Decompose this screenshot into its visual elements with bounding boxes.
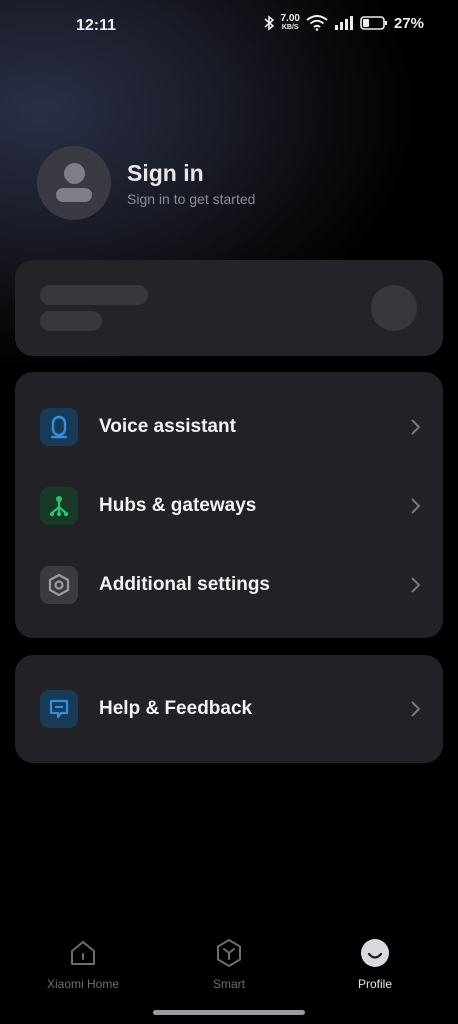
nav-tab-xiaomi-home[interactable]: Xiaomi Home: [33, 938, 133, 991]
nav-label: Xiaomi Home: [46, 977, 120, 991]
settings-icon: [40, 566, 78, 604]
menu-item-label: Hubs & gateways: [99, 495, 257, 516]
avatar[interactable]: [37, 146, 111, 220]
bottom-navigation: Xiaomi Home Smart Profile: [0, 930, 458, 1000]
sign-in-title[interactable]: Sign in: [127, 160, 255, 187]
status-bar: 12:11 7.00 KB/S 27%: [0, 0, 458, 52]
menu-item-help-feedback[interactable]: Help & Feedback: [15, 679, 443, 739]
nav-label: Profile: [357, 977, 392, 991]
skeleton-bar: [40, 311, 102, 331]
menu-item-label: Additional settings: [99, 574, 270, 595]
menu-item-voice-assistant[interactable]: Voice assistant: [15, 397, 443, 457]
battery-icon: [360, 16, 387, 30]
nav-tab-smart[interactable]: Smart: [179, 938, 279, 991]
chevron-right-icon: [411, 577, 421, 593]
microphone-icon: [40, 408, 78, 446]
feedback-icon: [40, 690, 78, 728]
avatar-head-icon: [64, 163, 85, 184]
chevron-right-icon: [411, 419, 421, 435]
home-indicator[interactable]: [153, 1010, 305, 1015]
profile-icon: [361, 939, 389, 967]
sign-in-section[interactable]: Sign in Sign in to get started: [37, 146, 255, 220]
nav-label: Smart: [212, 977, 245, 991]
smart-icon: [217, 939, 241, 967]
bluetooth-icon: [263, 15, 274, 31]
loading-placeholder-card: [15, 260, 443, 356]
help-card: Help & Feedback: [15, 655, 443, 763]
avatar-body-icon: [56, 188, 92, 202]
menu-item-additional-settings[interactable]: Additional settings: [15, 555, 443, 615]
status-time: 12:11: [76, 17, 117, 34]
menu-item-label: Help & Feedback: [99, 698, 253, 719]
chevron-right-icon: [411, 701, 421, 717]
signal-icon: [334, 16, 353, 30]
status-icons: 7.00 KB/S 27%: [263, 13, 424, 32]
skeleton-bar: [40, 285, 148, 305]
home-icon: [71, 941, 95, 965]
network-speed: 7.00 KB/S: [280, 13, 300, 32]
chevron-right-icon: [411, 498, 421, 514]
sign-in-subtitle: Sign in to get started: [127, 190, 256, 207]
wifi-icon: [306, 15, 328, 31]
hub-icon: [40, 487, 78, 525]
settings-menu-card: Voice assistant Hubs & gateways Addition…: [15, 372, 443, 638]
battery-percentage: 27%: [393, 14, 424, 32]
menu-item-label: Voice assistant: [99, 416, 236, 437]
skeleton-circle: [371, 285, 417, 331]
menu-item-hubs-gateways[interactable]: Hubs & gateways: [15, 476, 443, 536]
nav-tab-profile[interactable]: Profile: [325, 938, 425, 991]
